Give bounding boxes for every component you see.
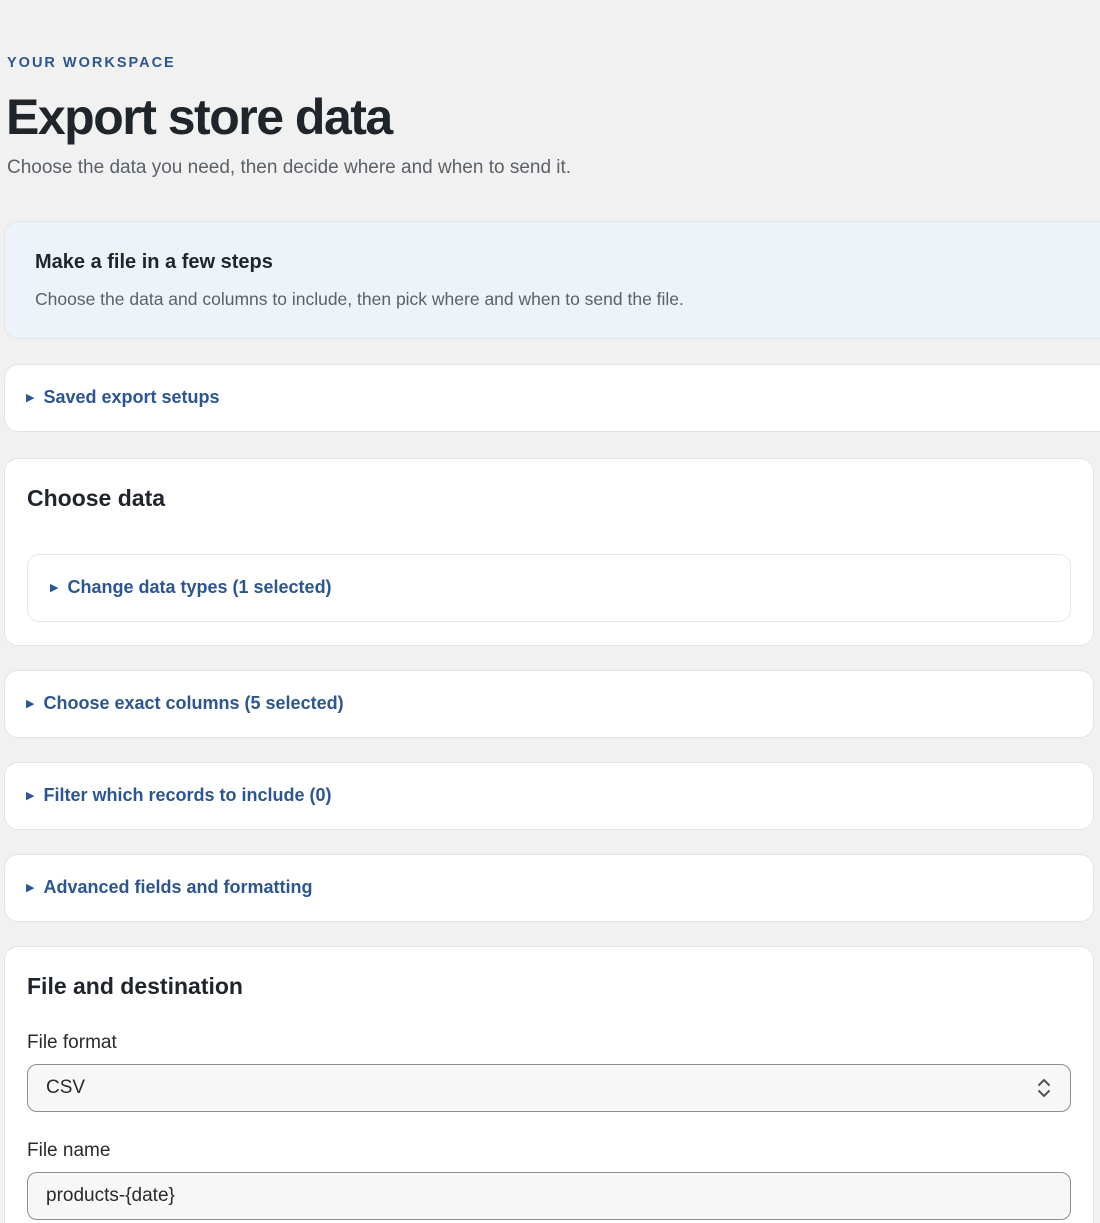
workspace-eyebrow: YOUR WORKSPACE xyxy=(7,55,176,71)
file-format-label: File format xyxy=(27,1032,117,1053)
info-banner: Make a file in a few steps Choose the da… xyxy=(4,221,1100,339)
filters-card: ▶ Filter which records to include (0) xyxy=(4,762,1094,830)
choose-data-card: Choose data ▶ Change data types (1 selec… xyxy=(4,458,1094,646)
file-name-label: File name xyxy=(27,1140,111,1161)
page-title: Export store data xyxy=(6,89,393,145)
banner-text: Choose the data and columns to include, … xyxy=(35,289,684,309)
filters-label: Filter which records to include (0) xyxy=(43,785,332,805)
advanced-label: Advanced fields and formatting xyxy=(43,877,313,897)
columns-card: ▶ Choose exact columns (5 selected) xyxy=(4,670,1094,738)
chevron-up-down-icon xyxy=(1038,1079,1050,1097)
triangle-right-icon: ▶ xyxy=(26,882,35,894)
file-name-value: products-{date} xyxy=(46,1185,175,1206)
data-types-toggle[interactable]: ▶ Change data types (1 selected) xyxy=(50,577,332,598)
file-name-input[interactable]: products-{date} xyxy=(27,1172,1071,1220)
saved-setups-label: Saved export setups xyxy=(43,387,220,407)
triangle-right-icon: ▶ xyxy=(50,582,59,594)
data-types-card: ▶ Change data types (1 selected) xyxy=(27,554,1071,622)
file-destination-title: File and destination xyxy=(27,973,243,999)
banner-title: Make a file in a few steps xyxy=(35,251,273,273)
export-page: YOUR WORKSPACE Export store data Choose … xyxy=(0,0,1100,1223)
filters-toggle[interactable]: ▶ Filter which records to include (0) xyxy=(26,785,332,806)
triangle-right-icon: ▶ xyxy=(26,790,35,802)
saved-setups-toggle[interactable]: ▶ Saved export setups xyxy=(26,387,220,408)
triangle-right-icon: ▶ xyxy=(26,698,35,710)
columns-toggle[interactable]: ▶ Choose exact columns (5 selected) xyxy=(26,693,344,714)
file-format-select[interactable]: CSV xyxy=(27,1064,1071,1112)
file-destination-card: File and destination File format CSV Fil… xyxy=(4,946,1094,1223)
advanced-toggle[interactable]: ▶ Advanced fields and formatting xyxy=(26,877,313,898)
file-format-value: CSV xyxy=(46,1077,86,1098)
advanced-card: ▶ Advanced fields and formatting xyxy=(4,854,1094,922)
saved-setups-card: ▶ Saved export setups xyxy=(4,364,1100,432)
choose-data-title: Choose data xyxy=(27,485,166,511)
columns-label: Choose exact columns (5 selected) xyxy=(43,693,344,713)
triangle-right-icon: ▶ xyxy=(26,392,35,404)
page-subtitle: Choose the data you need, then decide wh… xyxy=(7,157,572,178)
data-types-label: Change data types (1 selected) xyxy=(67,577,332,597)
